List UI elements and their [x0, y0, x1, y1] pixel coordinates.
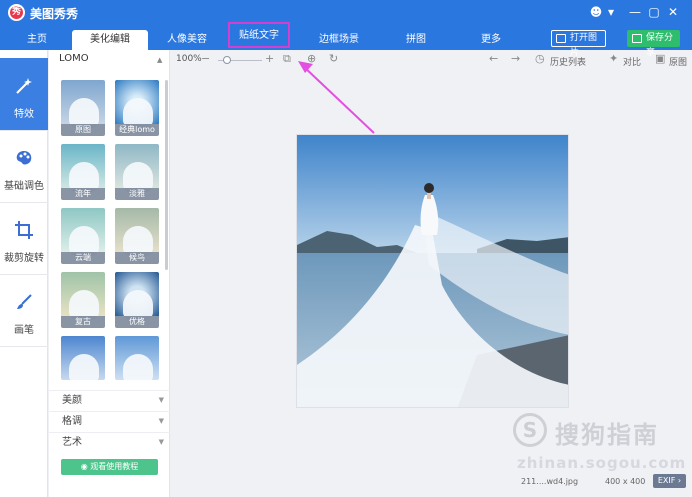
- exif-label: EXIF: [657, 476, 676, 485]
- watermark-url: zhinan.sogou.com: [517, 454, 687, 472]
- file-name: 211....wd4.jpg: [521, 477, 579, 486]
- exif-button[interactable]: EXIF ›: [653, 474, 686, 488]
- watermark-text: 搜狗指南: [555, 421, 659, 449]
- sogou-watermark: S 搜狗指南 zhinan.sogou.com: [513, 413, 688, 473]
- sogou-logo-icon: S: [513, 413, 547, 447]
- chevron-right-icon: ›: [675, 476, 682, 485]
- image-dimensions: 400 x 400: [605, 477, 646, 486]
